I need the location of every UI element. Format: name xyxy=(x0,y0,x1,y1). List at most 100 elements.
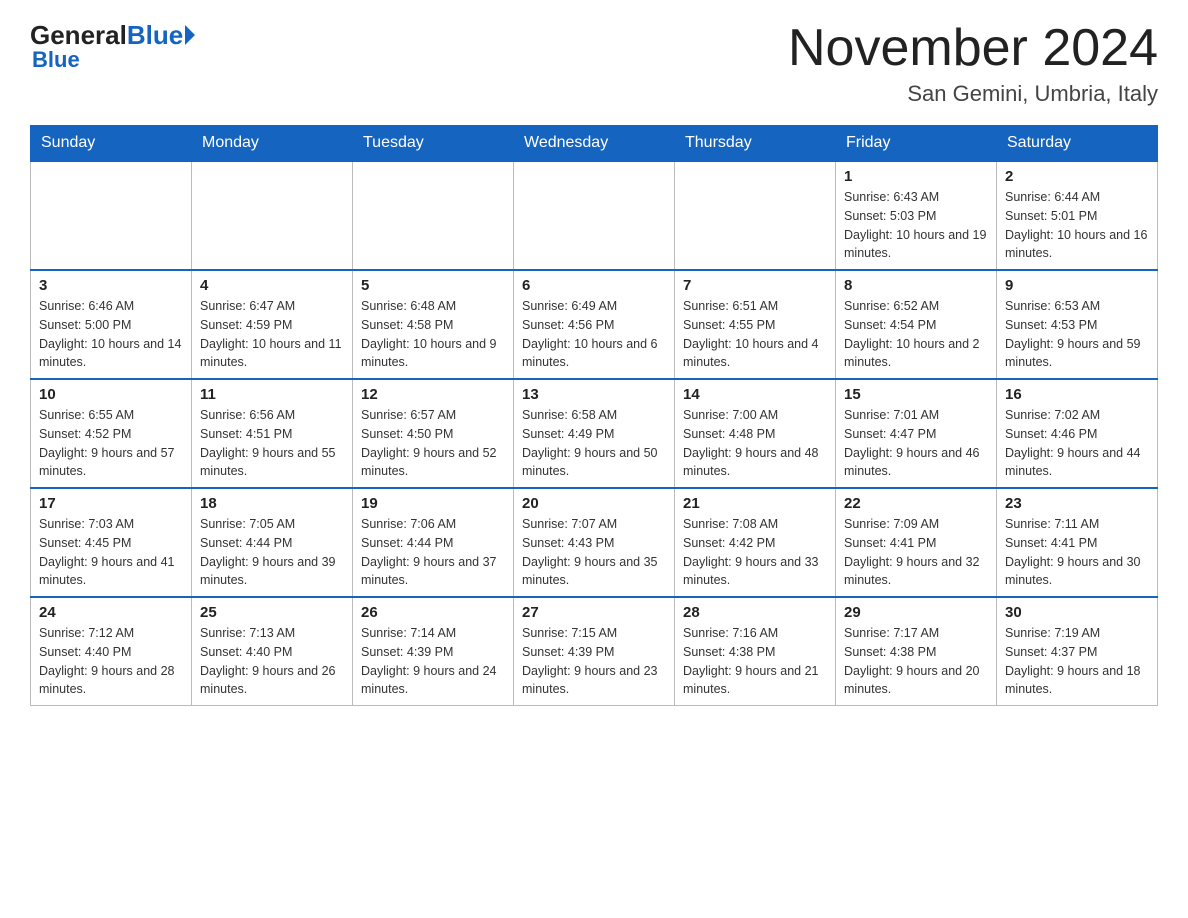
day-number: 24 xyxy=(39,604,183,621)
calendar-cell xyxy=(514,161,675,270)
calendar-header-tuesday: Tuesday xyxy=(353,126,514,162)
calendar-cell xyxy=(192,161,353,270)
calendar-cell xyxy=(353,161,514,270)
day-info: Sunrise: 7:06 AMSunset: 4:44 PMDaylight:… xyxy=(361,515,505,590)
calendar-header-friday: Friday xyxy=(836,126,997,162)
page-title: November 2024 xyxy=(788,20,1158,77)
day-info: Sunrise: 6:43 AMSunset: 5:03 PMDaylight:… xyxy=(844,188,988,263)
day-info: Sunrise: 7:05 AMSunset: 4:44 PMDaylight:… xyxy=(200,515,344,590)
calendar-cell: 22 Sunrise: 7:09 AMSunset: 4:41 PMDayligh… xyxy=(836,488,997,597)
calendar-cell: 11 Sunrise: 6:56 AMSunset: 4:51 PMDayligh… xyxy=(192,379,353,488)
day-number: 15 xyxy=(844,386,988,403)
calendar-cell: 18 Sunrise: 7:05 AMSunset: 4:44 PMDayligh… xyxy=(192,488,353,597)
calendar-header-row: SundayMondayTuesdayWednesdayThursdayFrid… xyxy=(31,126,1158,162)
day-number: 26 xyxy=(361,604,505,621)
calendar-cell: 28 Sunrise: 7:16 AMSunset: 4:38 PMDayligh… xyxy=(675,597,836,706)
day-info: Sunrise: 7:00 AMSunset: 4:48 PMDaylight:… xyxy=(683,406,827,481)
day-info: Sunrise: 7:01 AMSunset: 4:47 PMDaylight:… xyxy=(844,406,988,481)
calendar-cell: 1 Sunrise: 6:43 AMSunset: 5:03 PMDaylight… xyxy=(836,161,997,270)
calendar-header-sunday: Sunday xyxy=(31,126,192,162)
calendar-cell: 26 Sunrise: 7:14 AMSunset: 4:39 PMDayligh… xyxy=(353,597,514,706)
calendar-cell xyxy=(675,161,836,270)
calendar-cell xyxy=(31,161,192,270)
calendar-header-monday: Monday xyxy=(192,126,353,162)
day-info: Sunrise: 6:56 AMSunset: 4:51 PMDaylight:… xyxy=(200,406,344,481)
calendar-table: SundayMondayTuesdayWednesdayThursdayFrid… xyxy=(30,125,1158,706)
calendar-cell: 27 Sunrise: 7:15 AMSunset: 4:39 PMDayligh… xyxy=(514,597,675,706)
day-info: Sunrise: 7:07 AMSunset: 4:43 PMDaylight:… xyxy=(522,515,666,590)
calendar-week-row-2: 3Sunrise: 6:46 AMSunset: 5:00 PMDaylight… xyxy=(31,270,1158,379)
day-info: Sunrise: 7:13 AMSunset: 4:40 PMDaylight:… xyxy=(200,624,344,699)
calendar-cell: 5Sunrise: 6:48 AMSunset: 4:58 PMDaylight… xyxy=(353,270,514,379)
day-number: 23 xyxy=(1005,495,1149,512)
day-info: Sunrise: 7:09 AMSunset: 4:41 PMDaylight:… xyxy=(844,515,988,590)
day-number: 16 xyxy=(1005,386,1149,403)
day-number: 28 xyxy=(683,604,827,621)
day-number: 17 xyxy=(39,495,183,512)
calendar-cell: 12Sunrise: 6:57 AMSunset: 4:50 PMDayligh… xyxy=(353,379,514,488)
calendar-cell: 16 Sunrise: 7:02 AMSunset: 4:46 PMDayligh… xyxy=(997,379,1158,488)
day-info: Sunrise: 6:47 AMSunset: 4:59 PMDaylight:… xyxy=(200,297,344,372)
day-number: 6 xyxy=(522,277,666,294)
calendar-cell: 30 Sunrise: 7:19 AMSunset: 4:37 PMDayligh… xyxy=(997,597,1158,706)
day-info: Sunrise: 7:12 AMSunset: 4:40 PMDaylight:… xyxy=(39,624,183,699)
calendar-week-row-1: 1 Sunrise: 6:43 AMSunset: 5:03 PMDaylight… xyxy=(31,161,1158,270)
logo-subtitle: Blue xyxy=(32,47,80,73)
calendar-cell: 3Sunrise: 6:46 AMSunset: 5:00 PMDaylight… xyxy=(31,270,192,379)
calendar-cell: 4 Sunrise: 6:47 AMSunset: 4:59 PMDaylight… xyxy=(192,270,353,379)
calendar-cell: 6Sunrise: 6:49 AMSunset: 4:56 PMDaylight… xyxy=(514,270,675,379)
day-info: Sunrise: 6:51 AMSunset: 4:55 PMDaylight:… xyxy=(683,297,827,372)
calendar-cell: 7 Sunrise: 6:51 AMSunset: 4:55 PMDaylight… xyxy=(675,270,836,379)
day-info: Sunrise: 7:15 AMSunset: 4:39 PMDaylight:… xyxy=(522,624,666,699)
day-info: Sunrise: 6:57 AMSunset: 4:50 PMDaylight:… xyxy=(361,406,505,481)
page-header: General Blue Blue November 2024 San Gemi… xyxy=(30,20,1158,107)
day-number: 4 xyxy=(200,277,344,294)
day-info: Sunrise: 7:14 AMSunset: 4:39 PMDaylight:… xyxy=(361,624,505,699)
day-number: 30 xyxy=(1005,604,1149,621)
day-number: 27 xyxy=(522,604,666,621)
calendar-cell: 19 Sunrise: 7:06 AMSunset: 4:44 PMDayligh… xyxy=(353,488,514,597)
day-info: Sunrise: 6:52 AMSunset: 4:54 PMDaylight:… xyxy=(844,297,988,372)
day-info: Sunrise: 7:19 AMSunset: 4:37 PMDaylight:… xyxy=(1005,624,1149,699)
day-number: 22 xyxy=(844,495,988,512)
logo: General Blue Blue xyxy=(30,20,195,73)
day-info: Sunrise: 6:55 AMSunset: 4:52 PMDaylight:… xyxy=(39,406,183,481)
calendar-cell: 17 Sunrise: 7:03 AMSunset: 4:45 PMDayligh… xyxy=(31,488,192,597)
calendar-cell: 9 Sunrise: 6:53 AMSunset: 4:53 PMDaylight… xyxy=(997,270,1158,379)
calendar-cell: 24 Sunrise: 7:12 AMSunset: 4:40 PMDayligh… xyxy=(31,597,192,706)
logo-arrow-icon xyxy=(185,25,195,45)
day-number: 11 xyxy=(200,386,344,403)
day-number: 1 xyxy=(844,168,988,185)
day-number: 20 xyxy=(522,495,666,512)
day-info: Sunrise: 6:46 AMSunset: 5:00 PMDaylight:… xyxy=(39,297,183,372)
day-info: Sunrise: 6:44 AMSunset: 5:01 PMDaylight:… xyxy=(1005,188,1149,263)
day-number: 13 xyxy=(522,386,666,403)
day-number: 14 xyxy=(683,386,827,403)
day-number: 2 xyxy=(1005,168,1149,185)
day-info: Sunrise: 7:08 AMSunset: 4:42 PMDaylight:… xyxy=(683,515,827,590)
day-number: 19 xyxy=(361,495,505,512)
calendar-cell: 20 Sunrise: 7:07 AMSunset: 4:43 PMDayligh… xyxy=(514,488,675,597)
day-number: 10 xyxy=(39,386,183,403)
day-number: 7 xyxy=(683,277,827,294)
day-number: 18 xyxy=(200,495,344,512)
day-number: 8 xyxy=(844,277,988,294)
day-number: 9 xyxy=(1005,277,1149,294)
calendar-header-wednesday: Wednesday xyxy=(514,126,675,162)
day-number: 25 xyxy=(200,604,344,621)
day-number: 29 xyxy=(844,604,988,621)
calendar-cell: 14 Sunrise: 7:00 AMSunset: 4:48 PMDayligh… xyxy=(675,379,836,488)
title-block: November 2024 San Gemini, Umbria, Italy xyxy=(788,20,1158,107)
calendar-cell: 23Sunrise: 7:11 AMSunset: 4:41 PMDayligh… xyxy=(997,488,1158,597)
calendar-week-row-4: 17 Sunrise: 7:03 AMSunset: 4:45 PMDayligh… xyxy=(31,488,1158,597)
calendar-cell: 21Sunrise: 7:08 AMSunset: 4:42 PMDayligh… xyxy=(675,488,836,597)
calendar-header-thursday: Thursday xyxy=(675,126,836,162)
day-info: Sunrise: 6:53 AMSunset: 4:53 PMDaylight:… xyxy=(1005,297,1149,372)
calendar-header-saturday: Saturday xyxy=(997,126,1158,162)
day-info: Sunrise: 7:03 AMSunset: 4:45 PMDaylight:… xyxy=(39,515,183,590)
day-info: Sunrise: 7:02 AMSunset: 4:46 PMDaylight:… xyxy=(1005,406,1149,481)
day-info: Sunrise: 7:16 AMSunset: 4:38 PMDaylight:… xyxy=(683,624,827,699)
calendar-cell: 25 Sunrise: 7:13 AMSunset: 4:40 PMDayligh… xyxy=(192,597,353,706)
calendar-cell: 29Sunrise: 7:17 AMSunset: 4:38 PMDayligh… xyxy=(836,597,997,706)
calendar-week-row-5: 24 Sunrise: 7:12 AMSunset: 4:40 PMDayligh… xyxy=(31,597,1158,706)
